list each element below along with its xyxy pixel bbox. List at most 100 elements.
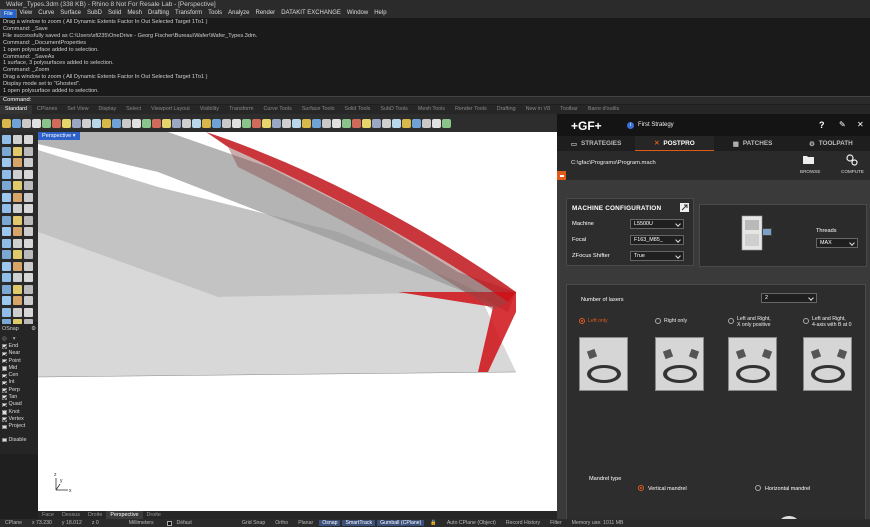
toolbar-icon[interactable] bbox=[352, 118, 361, 128]
toolbar-icon[interactable] bbox=[252, 118, 261, 128]
filter-icon[interactable]: ▾ bbox=[13, 336, 16, 342]
tab-patches[interactable]: ▦ PATCHES bbox=[714, 136, 792, 151]
toolbar-icon[interactable] bbox=[232, 118, 241, 128]
chevron-down-icon[interactable]: ▾ bbox=[73, 133, 76, 139]
toolbar-icon[interactable] bbox=[332, 118, 341, 128]
toolbar-tab-0[interactable]: Standard bbox=[0, 105, 32, 114]
tool-icon[interactable] bbox=[24, 307, 33, 317]
close-icon[interactable]: ✕ bbox=[857, 120, 864, 129]
toolbar-icon[interactable] bbox=[222, 118, 231, 128]
toolbar-tab-9[interactable]: Surface Tools bbox=[297, 105, 340, 114]
tool-icon[interactable] bbox=[13, 250, 22, 259]
disable-checkbox[interactable] bbox=[2, 437, 7, 443]
zfocus-select[interactable]: True bbox=[630, 251, 684, 261]
toolbar-icon[interactable] bbox=[182, 118, 191, 128]
osnap-toggle[interactable]: Osnap bbox=[319, 520, 341, 526]
gumball-toggle[interactable]: Gumball (CPlane) bbox=[377, 520, 425, 526]
tool-icon[interactable] bbox=[13, 192, 22, 202]
tool-icon[interactable] bbox=[24, 215, 33, 225]
osnap-checkbox[interactable] bbox=[2, 410, 7, 415]
tool-icon[interactable] bbox=[13, 158, 22, 167]
perspective-viewport[interactable]: z x y bbox=[38, 132, 557, 511]
mandrel-option-radio[interactable] bbox=[755, 485, 761, 491]
command-prompt[interactable]: Command: bbox=[0, 96, 870, 104]
osnap-item[interactable]: Perp bbox=[2, 387, 36, 394]
osnap-item[interactable]: Near bbox=[2, 350, 36, 357]
osnap-checkbox[interactable] bbox=[2, 388, 7, 393]
toolbar-icon[interactable] bbox=[382, 118, 391, 128]
osnap-checkbox[interactable] bbox=[2, 417, 7, 422]
toolbar-tab-11[interactable]: SubD Tools bbox=[375, 105, 412, 114]
osnap-checkbox[interactable] bbox=[2, 366, 7, 371]
tool-icon[interactable] bbox=[13, 261, 22, 271]
toolbar-tab-8[interactable]: Curve Tools bbox=[258, 105, 296, 114]
viewport-tab[interactable]: Droite bbox=[84, 511, 106, 519]
planar-toggle[interactable]: Planar bbox=[293, 520, 318, 526]
viewport-tab[interactable]: Perspective bbox=[106, 511, 143, 519]
toolbar-icon[interactable] bbox=[212, 118, 221, 128]
smarttrack-toggle[interactable]: SmartTrack bbox=[342, 520, 376, 526]
tool-icon[interactable] bbox=[2, 204, 11, 213]
tool-icon[interactable] bbox=[2, 158, 11, 167]
laser-option-radio[interactable] bbox=[579, 318, 585, 324]
strategy-name[interactable]: First Strategy bbox=[638, 122, 674, 128]
tool-icon[interactable] bbox=[13, 215, 22, 225]
toolbar-icon[interactable] bbox=[402, 118, 411, 128]
record-history-toggle[interactable]: Record History bbox=[501, 520, 545, 526]
toolbar-tab-3[interactable]: Display bbox=[93, 105, 121, 114]
tool-icon[interactable] bbox=[13, 296, 22, 305]
toolbar-icon[interactable] bbox=[342, 118, 351, 128]
toolbar-icon[interactable] bbox=[122, 118, 131, 128]
osnap-item[interactable]: Int bbox=[2, 379, 36, 386]
tool-icon[interactable] bbox=[2, 307, 11, 317]
osnap-checkbox[interactable] bbox=[2, 358, 7, 364]
lasers-select[interactable]: 2 bbox=[761, 293, 817, 303]
toolbar-tab-10[interactable]: Solid Tools bbox=[339, 105, 375, 114]
folder-icon[interactable] bbox=[803, 155, 814, 164]
toolbar-icon[interactable] bbox=[422, 118, 431, 128]
gear-icon[interactable]: ⚙ bbox=[31, 325, 36, 334]
info-icon[interactable]: i bbox=[627, 122, 634, 129]
tool-icon[interactable] bbox=[13, 204, 22, 213]
tool-icon[interactable] bbox=[2, 238, 11, 248]
toolbar-tab-1[interactable]: CPlanes bbox=[32, 105, 62, 114]
osnap-item[interactable]: Project bbox=[2, 423, 36, 430]
toolbar-icon[interactable] bbox=[362, 118, 371, 128]
status-cplane[interactable]: CPlane bbox=[0, 520, 27, 526]
menu-item-subd[interactable]: SubD bbox=[84, 9, 105, 18]
laser-option-image[interactable] bbox=[728, 337, 777, 391]
tool-icon[interactable] bbox=[2, 181, 11, 190]
tab-postpro[interactable]: ✕ POSTPRO bbox=[635, 136, 714, 151]
tool-icon[interactable] bbox=[2, 284, 11, 294]
tab-strategies[interactable]: ▭ STRATEGIES bbox=[557, 136, 635, 151]
menu-item-surface[interactable]: Surface bbox=[57, 9, 84, 18]
tool-icon[interactable] bbox=[24, 169, 33, 179]
osnap-item[interactable]: Knot bbox=[2, 409, 36, 416]
filter-toggle[interactable]: Filter bbox=[545, 520, 567, 526]
tool-icon[interactable] bbox=[2, 135, 11, 144]
toolbar-icon[interactable] bbox=[262, 118, 271, 128]
toolbar-icon[interactable] bbox=[82, 118, 91, 128]
tool-icon[interactable] bbox=[2, 215, 11, 225]
toolbar-icon[interactable] bbox=[202, 118, 211, 128]
target-icon[interactable]: ◎ bbox=[2, 336, 7, 342]
focal-select[interactable]: F163_M85_ bbox=[630, 235, 684, 245]
tool-icon[interactable] bbox=[24, 158, 33, 167]
menu-item-window[interactable]: Window bbox=[344, 9, 371, 18]
osnap-checkbox[interactable] bbox=[2, 395, 7, 400]
viewport-tab[interactable]: Droite bbox=[143, 511, 165, 519]
menu-item-datakit-exchange[interactable]: DATAKIT EXCHANGE bbox=[278, 9, 344, 18]
osnap-item[interactable]: Tan bbox=[2, 394, 36, 401]
toolbar-icon[interactable] bbox=[322, 118, 331, 128]
osnap-item[interactable]: End bbox=[2, 343, 36, 350]
browse-button[interactable]: BROWSE bbox=[800, 169, 820, 174]
menu-item-render[interactable]: Render bbox=[253, 9, 279, 18]
toolbar-icon[interactable] bbox=[192, 118, 201, 128]
toolbar-icon[interactable] bbox=[282, 118, 291, 128]
tool-icon[interactable] bbox=[13, 238, 22, 248]
threads-select[interactable]: MAX bbox=[816, 238, 858, 248]
toolbar-icon[interactable] bbox=[92, 118, 101, 128]
tool-icon[interactable] bbox=[2, 192, 11, 202]
tab-toolpath[interactable]: ⚙ TOOLPATH bbox=[792, 136, 870, 151]
tool-icon[interactable] bbox=[24, 273, 33, 282]
